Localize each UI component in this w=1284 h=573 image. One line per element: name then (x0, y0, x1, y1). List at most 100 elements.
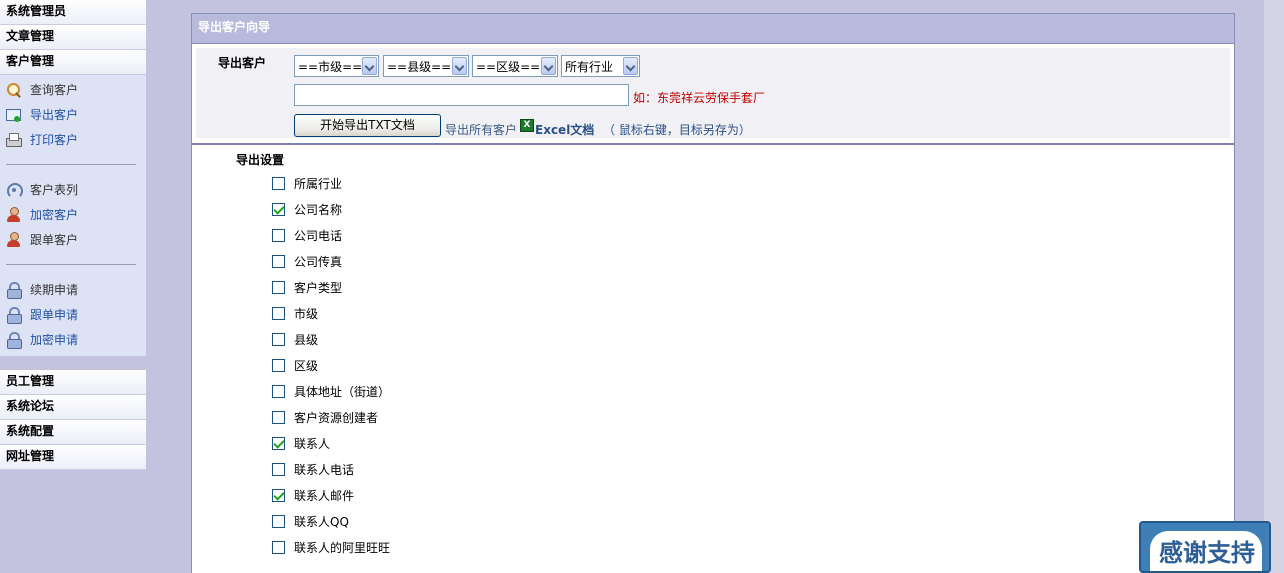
thanks-support-badge[interactable]: 感谢支持 (1139, 521, 1271, 573)
sidebar-section-admin[interactable]: 系统管理员 (0, 0, 146, 25)
search-icon (6, 82, 22, 98)
sidebar-item-label: 查询客户 (30, 83, 79, 97)
sidebar-item[interactable]: 导出客户 (0, 102, 146, 127)
signal-icon (6, 182, 23, 199)
excel-icon: X (520, 119, 534, 132)
export-field-checkbox[interactable] (272, 410, 285, 424)
export-field-option: 公司传真 (272, 251, 342, 271)
export-field-checkbox[interactable] (272, 202, 285, 216)
export-field-option: 联系人的阿里旺旺 (272, 537, 390, 557)
sidebar-item[interactable]: 客户表列 (0, 177, 146, 202)
sidebar-item[interactable]: 跟单申请 (0, 302, 146, 327)
export-wizard-panel: 导出客户向导 导出客户 ==市级== ==县级== ==区级== 所有行业 如：… (191, 13, 1235, 573)
county-select[interactable]: ==县级== (383, 55, 469, 77)
city-select[interactable]: ==市级== (294, 55, 379, 77)
sidebar-item-label: 加密申请 (30, 333, 79, 347)
export-field-label: 客户资源创建者 (294, 410, 379, 425)
excel-save-note: （ 鼠标右键，目标另存为） (603, 123, 751, 137)
sidebar: 系统管理员 文章管理 客户管理 查询客户导出客户打印客户客户表列加密客户跟单客户… (0, 0, 146, 470)
chevron-down-icon (362, 57, 377, 75)
export-field-option: 具体地址（街道） (272, 381, 390, 401)
export-field-option: 公司名称 (272, 199, 342, 219)
export-field-checkbox[interactable] (272, 488, 285, 502)
export-field-option: 联系人QQ (272, 511, 349, 531)
thanks-support-text: 感谢支持 (1159, 539, 1255, 567)
customer-submenu: 查询客户导出客户打印客户客户表列加密客户跟单客户续期申请跟单申请加密申请 (0, 75, 146, 356)
export-field-checkbox[interactable] (272, 280, 285, 294)
sidebar-section-config[interactable]: 系统配置 (0, 420, 146, 445)
export-field-checkbox[interactable] (272, 540, 285, 554)
export-field-checkbox[interactable] (272, 358, 285, 372)
printer-icon (6, 132, 22, 148)
sidebar-item[interactable]: 加密申请 (0, 327, 146, 352)
export-field-checkbox[interactable] (272, 332, 285, 346)
export-field-label: 所属行业 (294, 176, 343, 191)
sidebar-item-label: 续期申请 (30, 283, 79, 297)
customer-name-input[interactable] (294, 84, 629, 106)
export-field-label: 区级 (294, 358, 319, 373)
sidebar-section-forum[interactable]: 系统论坛 (0, 395, 146, 420)
chevron-down-icon (623, 57, 638, 75)
export-field-label: 联系人电话 (294, 462, 355, 477)
menu-separator (6, 264, 136, 265)
sidebar-section-staff[interactable]: 员工管理 (0, 370, 146, 395)
export-field-label: 具体地址（街道） (294, 384, 391, 399)
input-hint: 如：东莞祥云劳保手套厂 (633, 91, 766, 105)
export-customer-label: 导出客户 (218, 56, 267, 70)
lock-icon (6, 331, 22, 349)
export-field-label: 县级 (294, 332, 319, 347)
lock-icon (6, 306, 22, 324)
sidebar-item[interactable]: 续期申请 (0, 277, 146, 302)
sidebar-item[interactable]: 打印客户 (0, 127, 146, 152)
export-field-option: 所属行业 (272, 173, 342, 193)
export-field-label: 联系人的阿里旺旺 (294, 540, 391, 555)
export-field-checkbox[interactable] (272, 306, 285, 320)
export-field-option: 市级 (272, 303, 318, 323)
export-field-checkbox[interactable] (272, 436, 285, 450)
export-field-option: 客户资源创建者 (272, 407, 378, 427)
export-field-label: 联系人QQ (294, 514, 349, 529)
export-field-checkbox[interactable] (272, 462, 285, 476)
sidebar-item[interactable]: 跟单客户 (0, 227, 146, 252)
sidebar-item-label: 导出客户 (30, 108, 79, 122)
export-field-option: 县级 (272, 329, 318, 349)
export-field-option: 联系人 (272, 433, 330, 453)
sidebar-item-label: 跟单客户 (30, 233, 79, 247)
export-field-label: 公司名称 (294, 202, 343, 217)
sidebar-section-urls[interactable]: 网址管理 (0, 445, 146, 470)
export-field-label: 公司电话 (294, 228, 343, 243)
sidebar-item[interactable]: 加密客户 (0, 202, 146, 227)
export-field-checkbox[interactable] (272, 176, 285, 190)
export-field-checkbox[interactable] (272, 228, 285, 242)
export-icon (6, 107, 22, 123)
page-title: 导出客户向导 (192, 14, 1234, 44)
user-icon (6, 231, 22, 248)
export-field-checkbox[interactable] (272, 514, 285, 528)
export-field-option: 区级 (272, 355, 318, 375)
district-select[interactable]: ==区级== (472, 55, 558, 77)
chevron-down-icon (541, 57, 556, 75)
sidebar-item-label: 加密客户 (30, 208, 79, 222)
export-txt-button[interactable]: 开始导出TXT文档 (294, 114, 441, 137)
export-field-label: 联系人 (294, 436, 331, 451)
menu-separator (6, 164, 136, 165)
sidebar-item-label: 打印客户 (30, 133, 79, 147)
export-settings-title: 导出设置 (236, 153, 285, 167)
sidebar-item-label: 客户表列 (30, 183, 79, 197)
export-all-link[interactable]: 导出所有客户 (445, 121, 517, 138)
export-field-option: 联系人邮件 (272, 485, 354, 505)
export-field-checkbox[interactable] (272, 254, 285, 268)
export-field-checkbox[interactable] (272, 384, 285, 398)
sidebar-section-articles[interactable]: 文章管理 (0, 25, 146, 50)
export-field-option: 公司电话 (272, 225, 342, 245)
export-field-option: 客户类型 (272, 277, 342, 297)
export-field-option: 联系人电话 (272, 459, 354, 479)
export-field-label: 客户类型 (294, 280, 343, 295)
sidebar-section-customers[interactable]: 客户管理 (0, 50, 146, 75)
scrollbar[interactable] (1264, 0, 1284, 573)
sidebar-item-label: 跟单申请 (30, 308, 79, 322)
excel-download-link[interactable]: Excel文档 (535, 121, 594, 138)
lock-icon (6, 281, 22, 299)
industry-select[interactable]: 所有行业 (561, 55, 640, 77)
sidebar-item[interactable]: 查询客户 (0, 77, 146, 102)
